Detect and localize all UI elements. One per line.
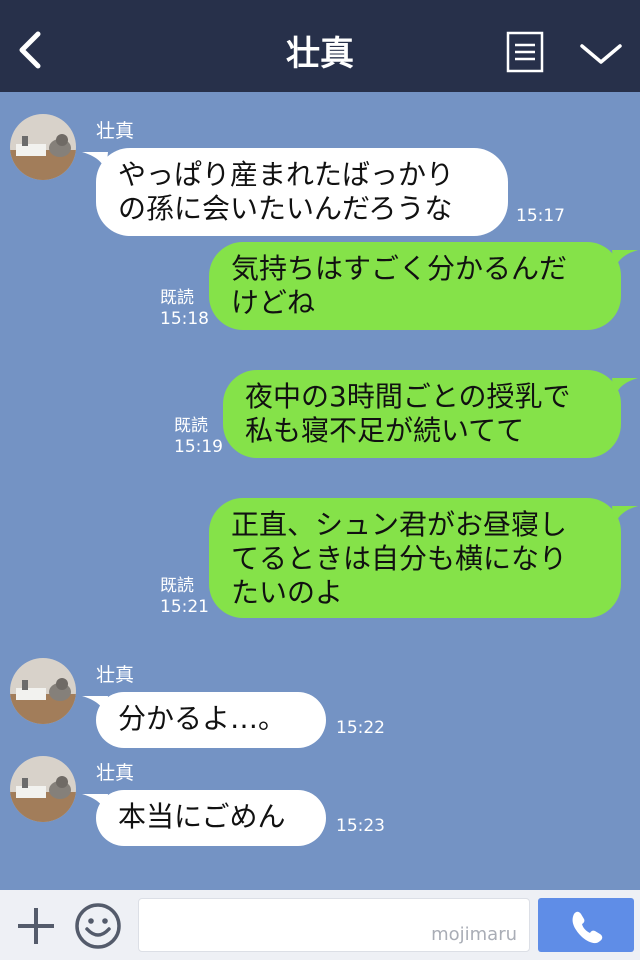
collapse-button[interactable] (578, 38, 624, 68)
avatar[interactable] (10, 756, 76, 822)
message-line: てるときは自分も横になり (231, 542, 568, 575)
chat-title: 壮真 (286, 34, 354, 74)
sender-name: 壮真 (96, 762, 135, 784)
sender-name: 壮真 (96, 120, 135, 142)
message-line: 気持ちはすごく分かるんだ (231, 252, 568, 285)
chevron-down-icon (580, 44, 622, 64)
add-attachment-button[interactable] (14, 904, 58, 948)
message-line: 本当にごめん (118, 800, 286, 833)
avatar[interactable] (10, 658, 76, 724)
message-line: たいのよ (231, 576, 344, 609)
read-receipt: 既読 (160, 288, 194, 308)
notes-button[interactable] (506, 31, 544, 73)
sender-name: 壮真 (96, 664, 135, 686)
message-bubble[interactable]: やっぱり産まれたばっかり の孫に会いたいんだろうな (96, 148, 508, 236)
outgoing-message: 既読 15:19 夜中の3時間ごとの授乳で 私も寝不足が続いてて (0, 370, 640, 460)
message-time: 15:19 (174, 437, 223, 457)
plus-icon (18, 908, 54, 944)
outgoing-message: 既読 15:18 気持ちはすごく分かるんだ けどね (0, 242, 640, 332)
watermark-text: mojimaru (431, 924, 517, 945)
message-bubble[interactable]: 分かるよ…。 (96, 692, 326, 748)
chat-area[interactable]: 壮真 やっぱり産まれたばっかり の孫に会いたいんだろうな 15:17 既読 15… (0, 92, 640, 890)
emoji-button[interactable] (74, 902, 122, 950)
read-receipt: 既読 (174, 416, 208, 436)
message-time: 15:23 (336, 816, 385, 836)
read-receipt: 既読 (160, 576, 194, 596)
chat-header: 壮真 (0, 0, 640, 92)
message-line: 夜中の3時間ごとの授乳で (245, 380, 571, 413)
message-bubble[interactable]: 夜中の3時間ごとの授乳で 私も寝不足が続いてて (223, 370, 621, 458)
message-input[interactable]: mojimaru (138, 898, 530, 952)
notes-icon (506, 31, 544, 73)
message-line: 私も寝不足が続いてて (245, 414, 525, 447)
message-line: 分かるよ…。 (118, 702, 287, 735)
message-time: 15:17 (516, 206, 565, 226)
message-line: 正直、シュン君がお昼寝し (231, 508, 568, 541)
call-button[interactable] (538, 898, 634, 952)
message-line: やっぱり産まれたばっかり (118, 158, 455, 191)
bubble-tail (612, 378, 638, 398)
message-line: の孫に会いたいんだろうな (118, 192, 453, 225)
message-time: 15:18 (160, 309, 209, 329)
outgoing-message: 既読 15:21 正直、シュン君がお昼寝し てるときは自分も横になり たいのよ (0, 498, 640, 620)
input-bar: mojimaru (0, 890, 640, 960)
bubble-tail (612, 506, 638, 526)
smiley-icon (75, 903, 121, 949)
message-time: 15:22 (336, 718, 385, 738)
message-bubble[interactable]: 正直、シュン君がお昼寝し てるときは自分も横になり たいのよ (209, 498, 621, 618)
message-time: 15:21 (160, 597, 209, 617)
phone-icon (572, 911, 603, 944)
avatar[interactable] (10, 114, 76, 180)
incoming-message: 壮真 やっぱり産まれたばっかり の孫に会いたいんだろうな 15:17 (0, 92, 640, 242)
incoming-message: 壮真 本当にごめん 15:23 (0, 746, 640, 846)
message-line: けどね (231, 286, 316, 319)
bubble-tail (612, 250, 638, 270)
incoming-message: 壮真 分かるよ…。 15:22 (0, 648, 640, 748)
message-bubble[interactable]: 気持ちはすごく分かるんだ けどね (209, 242, 621, 330)
message-bubble[interactable]: 本当にごめん (96, 790, 326, 846)
